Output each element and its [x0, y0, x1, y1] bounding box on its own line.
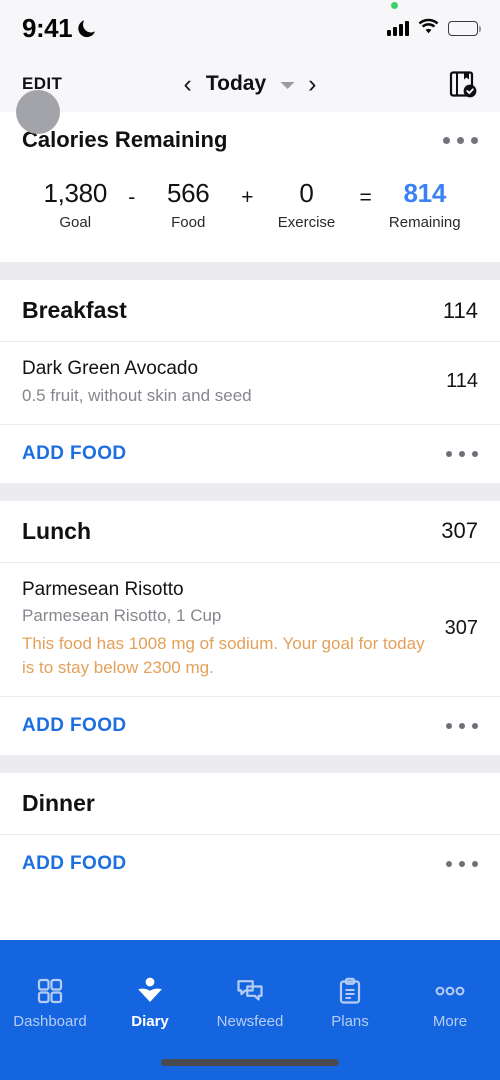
- wifi-icon: [418, 18, 439, 39]
- date-navigator: ‹ Today ›: [182, 71, 319, 97]
- meal-header[interactable]: Dinner: [0, 772, 500, 835]
- cellular-signal-icon: [387, 20, 409, 36]
- navigation-bar: EDIT ‹ Today ›: [0, 56, 500, 112]
- chevron-left-icon[interactable]: ‹: [182, 71, 194, 97]
- chevron-right-icon[interactable]: ›: [306, 71, 318, 97]
- moon-icon: [78, 17, 98, 39]
- journal-check-icon[interactable]: [448, 69, 478, 99]
- food-serving: Parmesean Risotto, 1 Cup: [22, 606, 222, 626]
- date-label[interactable]: Today: [206, 72, 266, 96]
- chat-bubbles-icon: [236, 976, 264, 1006]
- exercise-value: 0: [299, 178, 314, 208]
- more-options-icon[interactable]: [446, 450, 478, 457]
- recording-indicator-icon: [391, 1, 398, 9]
- meal-header[interactable]: Breakfast 114: [0, 280, 500, 342]
- meal-calories: 307: [441, 518, 478, 544]
- calories-card-header: Calories Remaining: [0, 90, 500, 168]
- food-entry-row[interactable]: Parmesean Risotto Parmesean Risotto, 1 Cu…: [0, 562, 500, 697]
- section-divider: [0, 262, 500, 280]
- goal-value: 1,380: [43, 178, 108, 208]
- food-entry-text: Dark Green Avocado 0.5 fruit, without ski…: [22, 356, 434, 408]
- bottom-tab-bar: Dashboard Diary Newsfeed Plans More: [0, 940, 500, 1080]
- food-entry-text: Parmesean Risotto Parmesean Risotto, 1 Cu…: [22, 577, 433, 680]
- tab-label: Newsfeed: [216, 1013, 284, 1030]
- meal-section: Dinner ADD FOOD: [0, 772, 500, 893]
- home-indicator: [161, 1059, 339, 1066]
- sodium-warning: This food has 1008 mg of sodium. Your go…: [22, 634, 425, 677]
- section-divider: [0, 482, 500, 501]
- clipboard-icon: [336, 976, 364, 1006]
- tab-more[interactable]: More: [404, 976, 496, 1030]
- food-entry-row[interactable]: Dark Green Avocado 0.5 fruit, without ski…: [0, 342, 500, 425]
- more-options-icon[interactable]: [446, 860, 478, 867]
- meal-section: Breakfast 114 Dark Green Avocado 0.5 fruit,…: [0, 280, 500, 483]
- operator-minus: -: [128, 186, 136, 209]
- meal-calories: 114: [442, 297, 478, 323]
- more-dots-icon: [435, 976, 465, 1006]
- calorie-equation: 1,380 Goal - 566 Food + 0 Exercise = 814…: [0, 168, 500, 231]
- status-bar-left: 9:41: [22, 13, 98, 44]
- add-food-row: ADD FOOD: [0, 424, 500, 483]
- add-food-button[interactable]: ADD FOOD: [22, 443, 127, 465]
- add-food-button[interactable]: ADD FOOD: [22, 853, 127, 875]
- tab-newsfeed[interactable]: Newsfeed: [204, 976, 296, 1030]
- tab-label: Dashboard: [13, 1013, 87, 1030]
- more-options-icon[interactable]: [446, 722, 478, 729]
- section-divider: [0, 754, 500, 773]
- food-calories: 114: [446, 370, 478, 393]
- battery-icon: [448, 20, 481, 36]
- add-food-row: ADD FOOD: [0, 696, 500, 755]
- tab-label: Plans: [331, 1013, 369, 1030]
- food-title: Parmesean Risotto: [22, 578, 184, 600]
- tab-dashboard[interactable]: Dashboard: [4, 976, 96, 1030]
- status-bar: 9:41: [0, 0, 500, 56]
- tab-label: More: [432, 1013, 468, 1030]
- open-book-icon: [135, 976, 165, 1006]
- calorie-cell-remaining: 814 Remaining: [388, 178, 462, 231]
- food-value: 566: [166, 178, 210, 208]
- food-calories: 307: [444, 616, 478, 639]
- meal-name: Breakfast: [22, 297, 127, 323]
- avatar-placeholder: [16, 90, 60, 134]
- meal-name: Dinner: [22, 789, 95, 816]
- food-diary-list: Breakfast 114 Dark Green Avocado 0.5 fruit,…: [0, 262, 500, 893]
- remaining-value: 814: [403, 178, 447, 208]
- app-screen: 9:41 EDIT ‹ Today › Calories Remaining 1…: [0, 0, 500, 1080]
- meal-section: Lunch 307 Parmesean Risotto Parmesean Risot…: [0, 500, 500, 755]
- goal-label: Goal: [59, 214, 92, 231]
- more-options-icon[interactable]: [443, 136, 478, 144]
- caret-down-icon[interactable]: [280, 82, 295, 89]
- operator-equals: =: [359, 186, 372, 209]
- calorie-cell-goal: 1,380 Goal: [38, 178, 112, 231]
- calories-card-title: Calories Remaining: [22, 127, 228, 152]
- grid-icon: [36, 976, 64, 1006]
- operator-plus: +: [241, 186, 254, 209]
- add-food-row: ADD FOOD: [0, 834, 500, 893]
- status-time: 9:41: [22, 12, 73, 43]
- food-title: Dark Green Avocado: [22, 358, 199, 379]
- calories-remaining-card: Calories Remaining 1,380 Goal - 566 Food…: [0, 90, 500, 262]
- status-bar-right: [387, 1, 481, 39]
- food-label: Food: [171, 214, 206, 231]
- calorie-cell-exercise: 0 Exercise: [270, 178, 344, 231]
- tab-label: Diary: [131, 1013, 169, 1030]
- exercise-label: Exercise: [277, 214, 336, 231]
- add-food-button[interactable]: ADD FOOD: [22, 715, 127, 737]
- calorie-cell-food: 566 Food: [151, 178, 225, 231]
- tab-diary[interactable]: Diary: [104, 976, 196, 1030]
- meal-header[interactable]: Lunch 307: [0, 500, 500, 563]
- food-serving: 0.5 fruit, without skin and seed: [22, 385, 252, 405]
- tab-plans[interactable]: Plans: [304, 976, 396, 1030]
- remaining-label: Remaining: [388, 214, 461, 231]
- meal-name: Lunch: [22, 517, 91, 544]
